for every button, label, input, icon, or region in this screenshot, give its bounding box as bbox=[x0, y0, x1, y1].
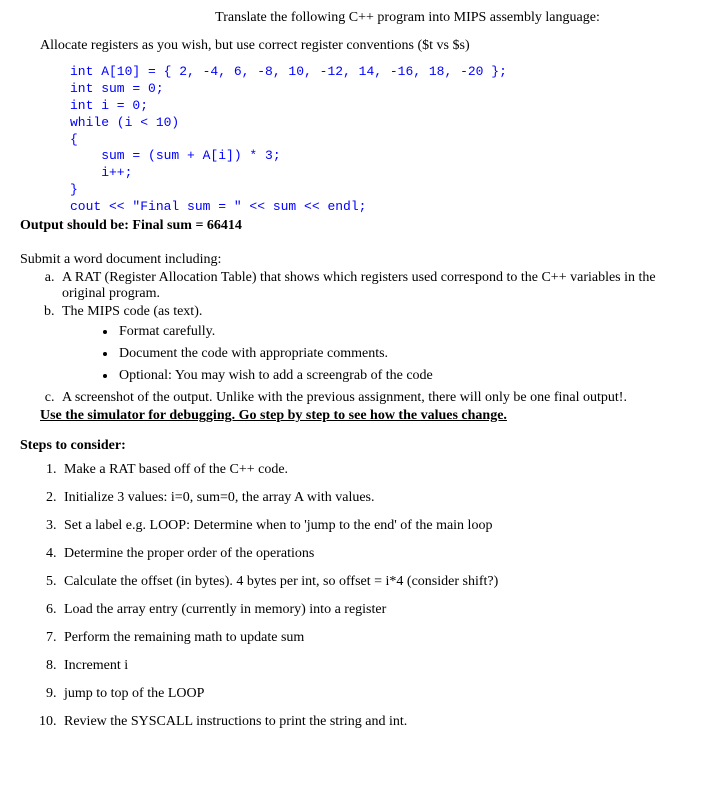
list-item: A RAT (Register Allocation Table) that s… bbox=[58, 270, 695, 302]
list-item: Review the SYSCALL instructions to print… bbox=[60, 714, 695, 730]
list-item: jump to top of the LOOP bbox=[60, 686, 695, 702]
list-item: Determine the proper order of the operat… bbox=[60, 546, 695, 562]
code-line: { bbox=[70, 132, 695, 149]
code-line: int A[10] = { 2, -4, 6, -8, 10, -12, 14,… bbox=[70, 64, 695, 81]
code-line: int sum = 0; bbox=[70, 81, 695, 98]
page-title: Translate the following C++ program into… bbox=[120, 10, 695, 26]
list-item: A screenshot of the output. Unlike with … bbox=[58, 390, 695, 406]
code-line: i++; bbox=[70, 165, 695, 182]
list-item: Increment i bbox=[60, 658, 695, 674]
list-item: Set a label e.g. LOOP: Determine when to… bbox=[60, 518, 695, 534]
list-item: Initialize 3 values: i=0, sum=0, the arr… bbox=[60, 490, 695, 506]
list-item: Calculate the offset (in bytes). 4 bytes… bbox=[60, 574, 695, 590]
expected-output: Output should be: Final sum = 66414 bbox=[20, 218, 695, 234]
code-line: while (i < 10) bbox=[70, 115, 695, 132]
list-item: Load the array entry (currently in memor… bbox=[60, 602, 695, 618]
code-line: sum = (sum + A[i]) * 3; bbox=[70, 148, 695, 165]
list-item: Format carefully. bbox=[117, 324, 695, 340]
steps-header: Steps to consider: bbox=[20, 438, 695, 454]
requirements-list: A RAT (Register Allocation Table) that s… bbox=[20, 270, 695, 406]
code-line: cout << "Final sum = " << sum << endl; bbox=[70, 199, 695, 216]
list-item-label: The MIPS code (as text). bbox=[62, 304, 202, 319]
list-item: The MIPS code (as text). Format carefull… bbox=[58, 304, 695, 384]
allocate-instruction: Allocate registers as you wish, but use … bbox=[40, 38, 695, 54]
steps-list: Make a RAT based off of the C++ code. In… bbox=[20, 462, 695, 730]
sub-bullets: Format carefully. Document the code with… bbox=[62, 324, 695, 384]
use-simulator-note: Use the simulator for debugging. Go step… bbox=[40, 408, 695, 424]
code-line: } bbox=[70, 182, 695, 199]
list-item: Make a RAT based off of the C++ code. bbox=[60, 462, 695, 478]
list-item: Optional: You may wish to add a screengr… bbox=[117, 368, 695, 384]
list-item: Perform the remaining math to update sum bbox=[60, 630, 695, 646]
list-item: Document the code with appropriate comme… bbox=[117, 346, 695, 362]
code-line: int i = 0; bbox=[70, 98, 695, 115]
submit-intro: Submit a word document including: bbox=[20, 252, 695, 268]
code-block: int A[10] = { 2, -4, 6, -8, 10, -12, 14,… bbox=[70, 64, 695, 216]
